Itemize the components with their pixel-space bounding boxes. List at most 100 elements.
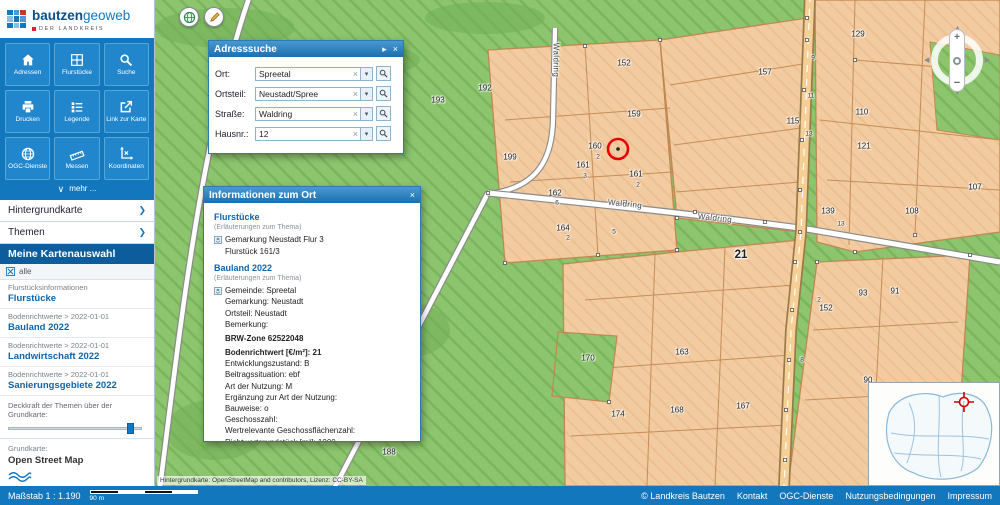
clear-icon[interactable]: × [351,69,360,79]
scale-label: Maßstab 1 : 1.190 [8,491,81,501]
text-input[interactable]: Spreetal × ▾ [255,67,373,81]
logo-red-square [32,27,36,31]
info-text: Wertrelevante Geschossflächenzahl: [225,426,355,435]
map-selection-header: Meine Kartenauswahl [0,244,154,264]
sidebar-panel-row[interactable]: Hintergrundkarte ❯ [0,200,154,222]
tool-tile[interactable]: Suche [104,43,149,86]
clear-icon[interactable]: × [351,89,360,99]
globe-icon [183,11,196,24]
info-line: Gemarkung Neustadt Flur 3 [214,235,411,244]
close-icon[interactable]: × [393,44,398,54]
dropdown-icon[interactable]: ▾ [360,128,372,140]
field-search-button[interactable] [376,106,391,121]
text-input[interactable]: 12 × ▾ [255,127,373,141]
address-field-row: Ort: Spreetal × ▾ [215,66,397,81]
tool-tile[interactable]: Drucken [5,90,50,133]
zoom-slider[interactable]: + − [949,29,965,92]
clear-icon[interactable]: × [351,129,360,139]
map-viewport[interactable]: 1931921991521591571291151101211071081391… [155,0,1000,486]
dropdown-icon[interactable]: ▾ [360,68,372,80]
zoom-out-button[interactable]: − [954,78,960,88]
pan-right-icon[interactable]: ▶ [985,57,990,64]
footer-link[interactable]: Kontakt [737,491,768,501]
info-line [214,258,411,261]
checkbox-icon[interactable] [6,267,15,276]
clear-icon[interactable]: × [351,109,360,119]
geoweb-app: bautzengeoweb DER LANDKREIS Adressen Flu… [0,0,1000,505]
overview-map-canvas [869,383,999,485]
tool-tile[interactable]: Koordinaten [104,137,149,180]
tool-label: OGC-Dienste [8,164,47,171]
info-text: Bemerkung: [225,320,268,329]
info-line: Richtwertgrundstück [m²]: 1000 [214,438,411,441]
theme-name-link[interactable]: Landwirtschaft 2022 [8,351,146,362]
chevron-down-icon: ∨ [58,184,65,194]
theme-entry: Bodenrichtwerte > 2022-01-01 Sanierungsg… [0,367,154,396]
tool-tile[interactable]: Messen [54,137,99,180]
tool-tile[interactable]: Flurstücke [54,43,99,86]
slider-track[interactable] [8,427,142,430]
theme-entry: Flurstücksinformationen Flurstücke [0,280,154,309]
opacity-slider[interactable] [8,423,146,434]
zoom-in-button[interactable]: + [954,33,960,43]
opacity-label: Deckkraft der Themen über der Grundkarte… [8,401,146,419]
opacity-section: Deckkraft der Themen über der Grundkarte… [0,396,154,438]
theme-group-path: Flurstücksinformationen [8,283,146,292]
sidebar-panel-row[interactable]: Themen ❯ [0,222,154,244]
field-search-button[interactable] [376,66,391,81]
info-line: Bauweise: o [214,404,411,413]
theme-name-link[interactable]: Flurstücke [8,293,146,304]
brand-secondary: geoweb [83,8,130,23]
dialog-titlebar[interactable]: Informationen zum Ort × [204,187,420,203]
info-text: Gemeinde: Spreetal [225,286,296,295]
theme-name-link[interactable]: Sanierungsgebiete 2022 [8,380,146,391]
text-input[interactable]: Waldring × ▾ [255,107,373,121]
dialog-titlebar[interactable]: Adresssuche ▸ × [209,41,403,57]
panel-label: Themen [8,227,45,238]
redlining-pencil-button[interactable] [204,7,224,27]
field-search-button[interactable] [376,126,391,141]
more-tools-button[interactable]: ∨ mehr ... [5,180,149,197]
info-line[interactable]: Bauland 2022 [214,263,411,273]
info-text: (Erläuterungen zum Thema) [214,275,301,283]
info-line[interactable]: Flurstücke [214,212,411,222]
footer-link[interactable]: Nutzungsbedingungen [845,491,935,501]
info-text: BRW-Zone 62522048 [225,334,303,343]
more-label: mehr ... [69,184,96,193]
dropdown-icon[interactable]: ▾ [360,108,372,120]
tool-label: Link zur Karte [106,117,146,124]
select-all-row[interactable]: alle [0,264,154,280]
zoom-slider-knob[interactable] [953,57,961,65]
pan-left-icon[interactable]: ◀ [924,57,929,64]
theme-name-link[interactable]: Bauland 2022 [8,322,146,333]
close-icon[interactable]: × [410,190,415,200]
info-line: (Erläuterungen zum Thema) [214,224,411,232]
collapse-icon[interactable]: ▸ [382,44,387,54]
info-text: Gemarkung Neustadt Flur 3 [225,235,324,244]
layer-icon [214,236,222,244]
tool-tile[interactable]: OGC-Dienste [5,137,50,180]
dialog-title: Adresssuche [214,44,376,55]
info-line: Bemerkung: [214,320,411,329]
sidebar: bautzengeoweb DER LANDKREIS Adressen Flu… [0,0,155,486]
overview-globe-button[interactable] [179,7,199,27]
tool-tile[interactable]: Link zur Karte [104,90,149,133]
footer-link[interactable]: Impressum [947,491,992,501]
logo-mark-icon [7,10,26,29]
field-label: Ort: [215,69,255,79]
info-line: Wertrelevante Geschossflächenzahl: [214,426,411,435]
magnifier-icon [379,129,388,138]
tool-tile[interactable]: Adressen [5,43,50,86]
tool-icon [69,99,85,115]
slider-handle[interactable] [127,423,134,434]
footer-link[interactable]: OGC-Dienste [779,491,833,501]
footer-link[interactable]: © Landkreis Bautzen [641,491,725,501]
tool-tile[interactable]: Legende [54,90,99,133]
info-line: Entwicklungszustand: B [214,359,411,368]
basemap-name[interactable]: Open Street Map [8,455,146,466]
overview-map[interactable] [868,382,1000,486]
pan-zoom-control[interactable]: ▲ ◀ ▶ ▼ + − [926,26,988,96]
dropdown-icon[interactable]: ▾ [360,88,372,100]
text-input[interactable]: Neustadt/Spree × ▾ [255,87,373,101]
field-search-button[interactable] [376,86,391,101]
